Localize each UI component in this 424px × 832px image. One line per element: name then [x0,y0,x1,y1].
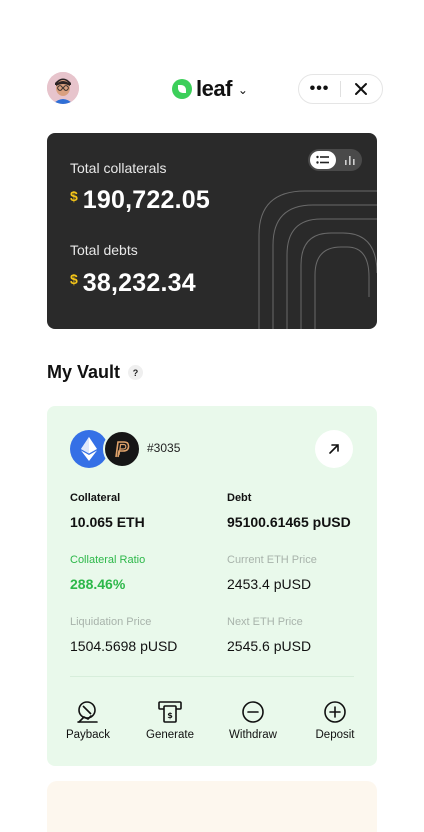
collateral-value: 10.065 ETH [70,514,145,530]
card-divider [70,676,354,677]
payback-label: Payback [65,729,111,741]
card-decoration-graphic [258,190,377,329]
collateral-ratio-value: 288.46% [70,576,126,592]
chevron-down-icon: ⌄ [237,83,248,97]
top-bar: leaf ⌄ ••• [0,70,424,110]
withdraw-button[interactable]: Withdraw [218,698,288,741]
payback-button[interactable]: Payback [53,698,123,741]
generate-icon: $ [158,701,182,723]
generate-label: Generate [146,729,194,741]
deposit-button[interactable]: Deposit [300,698,370,741]
debt-value: 95100.61465 pUSD [227,514,351,530]
current-eth-price-label: Current ETH Price [227,554,317,566]
brand-switcher[interactable]: leaf ⌄ [172,76,248,102]
next-eth-price-value: 2545.6 pUSD [227,638,312,654]
liquidation-price-label: Liquidation Price [70,616,152,628]
next-vault-card[interactable] [47,781,377,832]
vault-section-heading: My Vault ? [47,362,144,383]
vault-id: #3035 [147,441,181,455]
withdraw-label: Withdraw [229,729,277,741]
pusd-token-icon [103,430,141,468]
more-button[interactable]: ••• [299,75,340,103]
user-avatar[interactable] [47,72,79,104]
collateral-ratio-label: Collateral Ratio [70,554,146,566]
payback-icon [77,701,98,723]
brand-name: leaf [196,76,232,101]
deposit-label: Deposit [315,729,355,741]
arrow-up-right-icon [329,444,339,454]
liquidation-price-value: 1504.5698 pUSD [70,638,178,654]
currency-symbol: $ [70,188,78,204]
total-collaterals-value: $ 190,722.05 [70,186,210,215]
list-view-button[interactable] [310,151,336,169]
plus-circle-icon [324,701,346,723]
leaf-logo-icon [172,79,192,99]
generate-button[interactable]: $ Generate [135,698,205,741]
total-debts-amount: 38,232.34 [82,269,196,297]
total-debts-label: Total debts [70,242,138,258]
section-title: My Vault [47,362,121,382]
help-icon[interactable]: ? [128,365,144,380]
current-eth-price-value: 2453.4 pUSD [227,576,312,592]
totals-card: Total collaterals $ 190,722.05 Total deb… [47,133,377,329]
view-toggle[interactable] [308,149,362,171]
total-collaterals-label: Total collaterals [70,160,167,176]
debt-label: Debt [227,492,252,504]
chart-view-button[interactable] [340,151,360,169]
window-controls: ••• [298,74,383,104]
list-icon [316,155,329,164]
total-debts-value: $ 38,232.34 [70,269,196,298]
next-eth-price-label: Next ETH Price [227,616,303,628]
minus-circle-icon [242,701,264,723]
close-icon [355,83,368,95]
currency-symbol: $ [70,271,78,287]
close-button[interactable] [341,75,382,103]
collateral-label: Collateral [70,492,121,504]
bar-chart-icon [345,156,355,165]
open-vault-button[interactable] [315,430,353,468]
vault-card[interactable]: #3035 Collateral 10.065 ETH Debt 95100.6… [47,406,377,766]
svg-text:$: $ [167,711,173,720]
total-collaterals-amount: 190,722.05 [82,186,210,214]
